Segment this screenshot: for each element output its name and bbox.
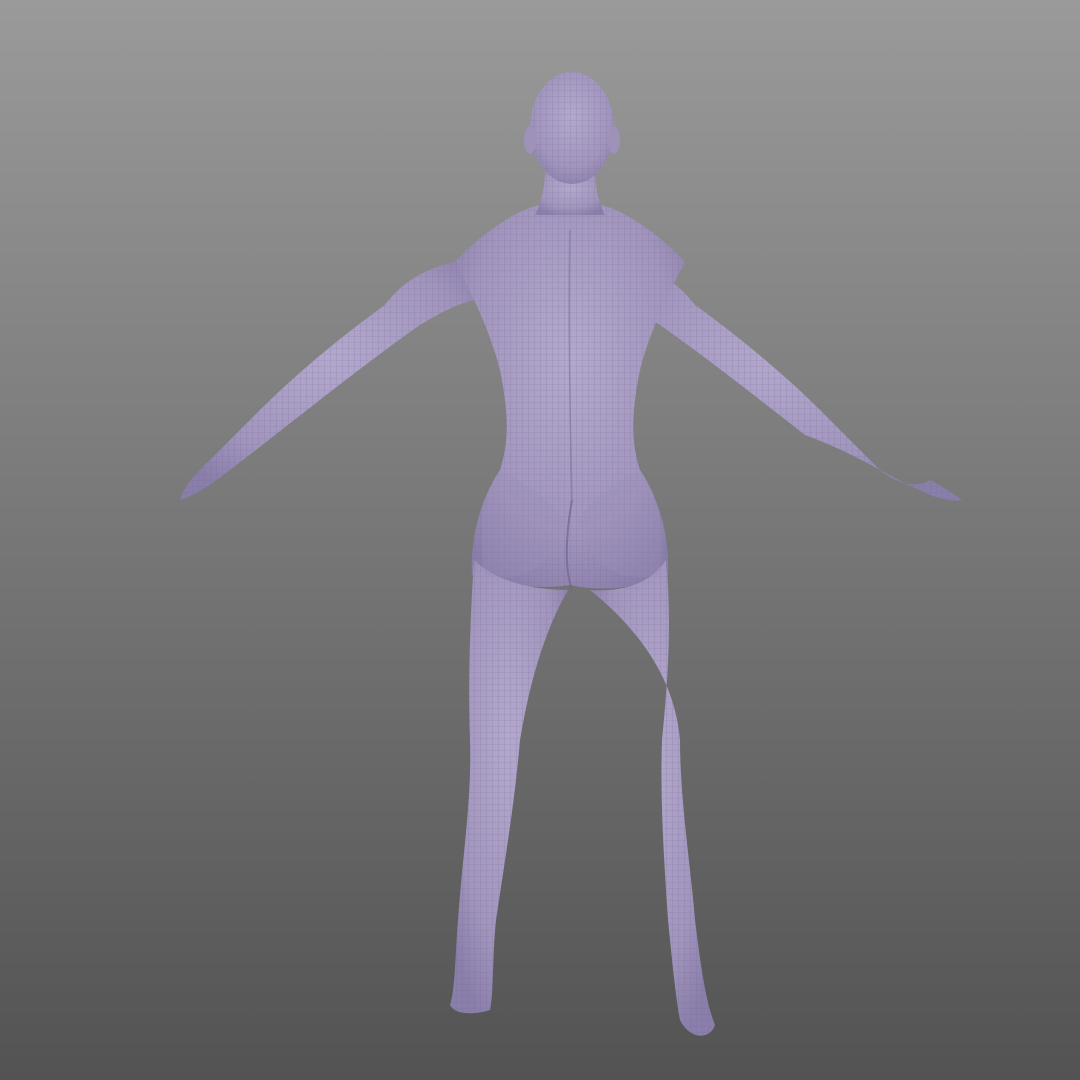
mesh-model[interactable] bbox=[0, 0, 1080, 1080]
left-ear bbox=[524, 126, 536, 154]
body-mesh[interactable] bbox=[180, 72, 962, 1036]
3d-viewport[interactable] bbox=[0, 0, 1080, 1080]
right-ear bbox=[608, 126, 620, 154]
